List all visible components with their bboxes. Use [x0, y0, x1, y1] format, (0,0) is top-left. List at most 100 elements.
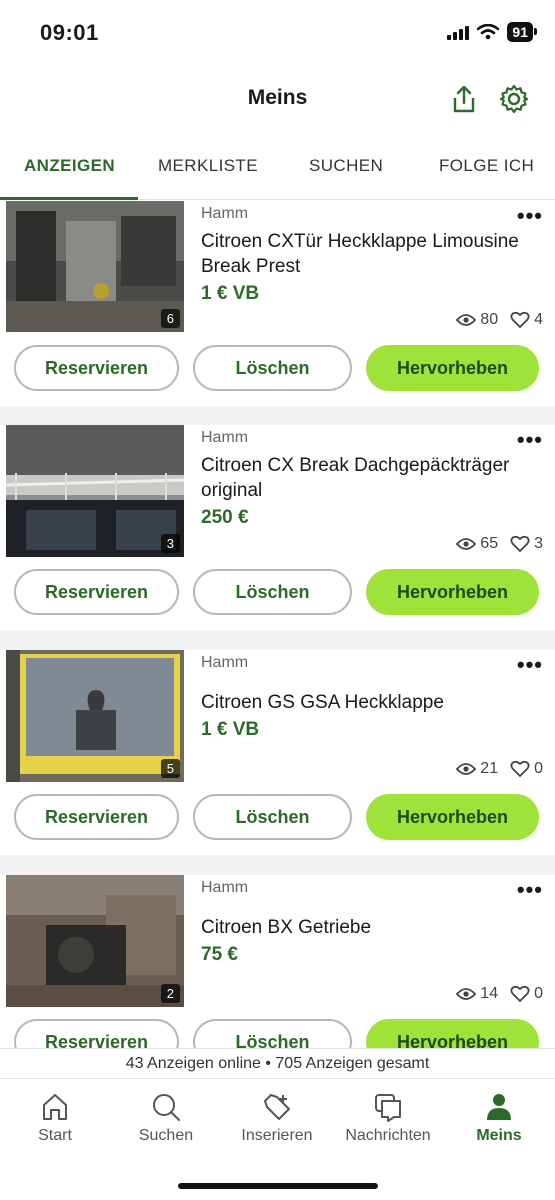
nav-meins[interactable]: Meins — [444, 1087, 554, 1145]
listing-info: Hamm Citroen CX Break Dachgepäckträger o… — [201, 425, 541, 529]
listing-card[interactable]: 3 Hamm Citroen CX Break Dachgepäckträger… — [0, 425, 555, 630]
nav-start[interactable]: Start — [0, 1087, 110, 1145]
delete-button[interactable]: Löschen — [193, 1019, 352, 1048]
settings-button[interactable] — [497, 82, 531, 116]
listing-image[interactable]: 3 — [6, 425, 184, 557]
views-count: 80 — [480, 311, 499, 328]
listing-title[interactable]: Citroen GS GSA Heckklappe — [201, 690, 541, 715]
active-tab-indicator — [0, 197, 138, 200]
listing-stats: 65 3 — [450, 535, 543, 553]
likes-count: 0 — [534, 760, 543, 777]
views-stat: 21 — [456, 760, 498, 778]
tab-anzeigen[interactable]: ANZEIGEN — [24, 156, 115, 176]
nav-inserieren[interactable]: Inserieren — [222, 1087, 332, 1145]
reserve-button[interactable]: Reservieren — [14, 1019, 179, 1048]
photo-count: 6 — [160, 309, 180, 328]
heart-icon — [510, 760, 530, 777]
listing-stats: 21 0 — [450, 760, 543, 778]
more-options-button[interactable]: ••• — [517, 652, 543, 678]
listing-location: Hamm — [201, 879, 249, 896]
reserve-button[interactable]: Reservieren — [14, 569, 179, 615]
photo-count: 3 — [160, 534, 180, 553]
views-stat: 80 — [456, 311, 498, 329]
highlight-button[interactable]: Hervorheben — [366, 1019, 539, 1048]
battery-indicator: 91 — [507, 22, 537, 42]
tag-plus-icon — [264, 1094, 290, 1120]
listing-stats: 80 4 — [450, 311, 543, 329]
listing-actions: Reservieren Löschen Hervorheben — [14, 569, 539, 615]
nav-label: Inserieren — [241, 1127, 313, 1144]
status-time: 09:01 — [40, 20, 99, 45]
search-icon — [153, 1094, 180, 1121]
delete-button[interactable]: Löschen — [193, 794, 352, 840]
likes-stat: 4 — [510, 311, 543, 329]
share-button[interactable] — [447, 82, 481, 116]
likes-stat: 0 — [510, 760, 543, 778]
nav-label: Start — [38, 1127, 72, 1144]
highlight-button[interactable]: Hervorheben — [366, 569, 539, 615]
tab-suchen[interactable]: SUCHEN — [309, 156, 383, 176]
photo-count: 5 — [160, 759, 180, 778]
eye-icon — [456, 763, 477, 775]
likes-count: 3 — [534, 535, 543, 552]
views-stat: 65 — [456, 535, 498, 553]
nav-nachrichten[interactable]: Nachrichten — [333, 1087, 443, 1145]
eye-icon — [456, 314, 477, 326]
listing-location: Hamm — [201, 429, 249, 446]
likes-stat: 3 — [510, 535, 543, 553]
tab-folge-ich[interactable]: FOLGE ICH — [439, 156, 534, 176]
nav-label: Suchen — [138, 1127, 194, 1144]
listing-info: Hamm Citroen CXTür Heckklappe Limousine … — [201, 201, 541, 305]
messages-icon — [375, 1094, 401, 1122]
header-actions — [447, 82, 531, 116]
delete-button[interactable]: Löschen — [193, 345, 352, 391]
listing-card[interactable]: 6 Hamm Citroen CXTür Heckklappe Limousin… — [0, 201, 555, 406]
status-icons: 91 — [447, 22, 537, 42]
tab-merkliste[interactable]: MERKLISTE — [158, 156, 258, 176]
nav-label: Meins — [476, 1127, 522, 1144]
photo-count: 2 — [160, 984, 180, 1003]
reserve-button[interactable]: Reservieren — [14, 345, 179, 391]
gear-icon — [499, 84, 529, 114]
eye-icon — [456, 538, 477, 550]
listing-card[interactable]: 5 Hamm Citroen GS GSA Heckklappe 1 € VB … — [0, 650, 555, 855]
listing-title[interactable]: Citroen CX Break Dachgepäckträger origin… — [201, 453, 541, 503]
highlight-button[interactable]: Hervorheben — [366, 794, 539, 840]
more-options-button[interactable]: ••• — [517, 427, 543, 453]
listing-price: 75 € — [201, 944, 238, 965]
listing-image[interactable]: 5 — [6, 650, 184, 782]
likes-stat: 0 — [510, 985, 543, 1003]
listing-image[interactable]: 6 — [6, 201, 184, 332]
nav-suchen[interactable]: Suchen — [111, 1087, 221, 1145]
listing-info: Hamm Citroen BX Getriebe 75 € — [201, 875, 541, 966]
heart-icon — [510, 535, 530, 552]
listing-image[interactable]: 2 — [6, 875, 184, 1007]
listing-location: Hamm — [201, 654, 249, 671]
listing-price: 1 € VB — [201, 283, 260, 304]
reserve-button[interactable]: Reservieren — [14, 794, 179, 840]
likes-count: 4 — [534, 311, 543, 328]
listing-card[interactable]: 2 Hamm Citroen BX Getriebe 75 € ••• 14 0… — [0, 875, 555, 1048]
share-icon — [453, 85, 475, 113]
wifi-icon — [477, 24, 500, 40]
highlight-button[interactable]: Hervorheben — [366, 345, 539, 391]
listing-list[interactable]: 6 Hamm Citroen CXTür Heckklappe Limousin… — [0, 201, 555, 1048]
delete-button[interactable]: Löschen — [193, 569, 352, 615]
views-count: 21 — [480, 760, 499, 777]
listing-summary: 43 Anzeigen online • 705 Anzeigen gesamt — [0, 1048, 555, 1078]
views-count: 14 — [480, 985, 499, 1002]
listing-title[interactable]: Citroen CXTür Heckklappe Limousine Break… — [201, 229, 541, 279]
home-indicator — [178, 1183, 378, 1189]
more-options-button[interactable]: ••• — [517, 877, 543, 903]
eye-icon — [456, 988, 477, 1000]
listing-actions: Reservieren Löschen Hervorheben — [14, 345, 539, 391]
likes-count: 0 — [534, 985, 543, 1002]
listing-title[interactable]: Citroen BX Getriebe — [201, 915, 541, 940]
status-bar: 09:01 91 — [0, 0, 555, 70]
listing-price: 250 € — [201, 507, 249, 528]
more-options-button[interactable]: ••• — [517, 203, 543, 229]
tab-bar: ANZEIGEN MERKLISTE SUCHEN FOLGE ICH — [0, 140, 555, 200]
signal-icon — [447, 24, 470, 40]
listing-actions: Reservieren Löschen Hervorheben — [14, 1019, 539, 1048]
header: Meins — [0, 70, 555, 130]
